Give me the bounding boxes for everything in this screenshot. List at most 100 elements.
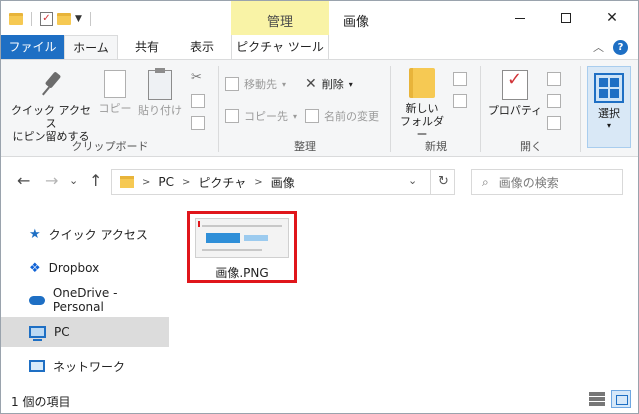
context-tab-header: 管理 [231,1,329,35]
search-box[interactable]: ⌕ 画像の検索 [471,169,623,195]
breadcrumb-images[interactable]: 画像 [271,174,295,191]
paste-button[interactable]: 貼り付け [137,68,183,117]
properties-icon [502,70,528,100]
crumb-separator-icon[interactable]: > [254,177,262,188]
dropbox-icon: ❖ [29,260,41,276]
select-dropdown-icon: ▾ [606,121,611,130]
nav-item-label: Dropbox [48,261,100,275]
refresh-icon[interactable]: ↻ [430,170,456,194]
address-bar[interactable]: > PC > ピクチャ > 画像 ⌄ ↻ [111,169,455,195]
new-item-icon[interactable] [453,72,467,86]
minimize-icon [515,17,525,19]
history-icon[interactable] [547,116,561,130]
nav-item-label: OneDrive - Personal [52,286,118,314]
up-icon[interactable]: ↑ [89,171,102,190]
nav-item-label: PC [54,325,70,339]
recent-locations-icon[interactable]: ⌄ [69,174,78,187]
thumb-line [202,249,262,251]
title-bar: ✓ ▼ 管理 画像 ✕ [1,1,638,35]
star-icon: ★ [29,226,41,242]
move-to-button[interactable]: 移動先 ▾ [225,76,286,92]
new-folder-label-line1: 新しい [405,102,439,115]
help-icon[interactable]: ? [613,40,628,55]
clipboard-group: クイック アクセス にピン留めする コピー 貼り付け ✂ クリップボード [1,60,219,158]
tab-picture-tools[interactable]: ピクチャ ツール [231,35,329,59]
ribbon: クイック アクセス にピン留めする コピー 貼り付け ✂ クリップボード 移動先… [1,59,638,157]
delete-label: 削除 [321,78,344,91]
nav-item-onedrive[interactable]: OneDrive - Personal [19,285,171,315]
copy-to-button[interactable]: コピー先 ▾ [225,108,297,124]
tab-view[interactable]: 表示 [173,35,231,59]
search-icon: ⌕ [482,174,489,189]
pin-icon [37,70,65,100]
address-row: ← → ⌄ ↑ > PC > ピクチャ > 画像 ⌄ ↻ ⌕ 画像の検索 [1,157,638,205]
copy-path-icon[interactable] [191,94,205,108]
delete-icon: ✕ [305,76,317,92]
customize-qat-dropdown-icon[interactable]: ▼ [75,14,82,24]
copy-to-dropdown-icon: ▾ [293,111,298,121]
thumb-bar [206,233,240,243]
folder-icon [9,13,23,25]
maximize-button[interactable] [543,1,589,35]
open-icon[interactable] [547,72,561,86]
pc-icon [29,326,46,341]
crumb-separator-icon[interactable]: > [182,177,190,188]
nav-item-network[interactable]: ネットワーク [19,351,171,381]
clipboard-group-label: クリップボード [71,140,149,153]
nav-item-label: ネットワーク [53,359,126,374]
tab-file[interactable]: ファイル [1,35,64,59]
window-title: 画像 [343,15,370,30]
properties-button[interactable]: プロパティ [487,70,543,117]
collapse-ribbon-icon[interactable]: ︿ [593,39,604,55]
item-count: 1 個の項目 [11,395,71,409]
properties-icon[interactable]: ✓ [40,12,53,26]
select-icon [594,73,624,103]
search-placeholder: 画像の検索 [498,175,559,190]
file-item[interactable]: 画像.PNG [187,211,297,283]
crumb-separator-icon[interactable]: > [142,177,150,188]
back-icon[interactable]: ← [17,171,30,190]
minimize-button[interactable] [497,1,543,35]
new-folder-icon [409,68,435,98]
large-icons-view-icon[interactable] [611,390,631,408]
tab-share[interactable]: 共有 [121,35,173,59]
breadcrumb-pictures[interactable]: ピクチャ [198,174,246,191]
details-view-icon[interactable] [589,392,605,406]
move-to-dropdown-icon: ▾ [282,79,287,89]
rename-button[interactable]: 名前の変更 [305,108,379,124]
navigation-pane: ★ クイック アクセス ❖ Dropbox OneDrive - Persona… [1,205,173,387]
tab-home[interactable]: ホーム [64,35,118,59]
paste-label: 貼り付け [138,104,182,117]
new-folder-icon[interactable] [57,13,71,25]
pin-quick-access-button[interactable]: クイック アクセス にピン留めする [9,70,93,143]
status-bar: 1 個の項目 [1,387,638,413]
open-group-label: 開く [520,140,542,153]
paste-shortcut-icon[interactable] [191,116,205,130]
cloud-icon [29,295,45,305]
thumb-line [202,225,282,227]
edit-icon[interactable] [547,94,561,108]
rename-icon [305,109,319,123]
forward-icon[interactable]: → [45,171,58,190]
explorer-window: ✓ ▼ 管理 画像 ✕ ファイル ホーム 共有 表示 ピクチャ ツール ︿ ? … [0,0,639,414]
select-button[interactable]: 選択 ▾ [587,66,631,148]
address-dropdown-icon[interactable]: ⌄ [408,174,417,187]
paste-icon [148,68,172,100]
breadcrumb-pc[interactable]: PC [158,175,174,189]
nav-item-pc[interactable]: PC [1,317,169,347]
file-thumbnail [195,218,289,258]
move-to-icon [225,77,239,91]
nav-item-label: クイック アクセス [48,227,148,242]
close-icon: ✕ [606,10,618,26]
close-button[interactable]: ✕ [589,1,635,35]
copy-to-label: コピー先 [244,110,288,123]
copy-to-icon [225,109,239,123]
nav-item-dropbox[interactable]: ❖ Dropbox [19,253,171,283]
copy-button[interactable]: コピー [97,70,133,115]
new-folder-button[interactable]: 新しい フォルダー [397,68,447,141]
delete-button[interactable]: ✕ 削除 ▾ [305,76,353,92]
easy-access-icon[interactable] [453,94,467,108]
cut-icon[interactable]: ✂ [191,70,202,85]
nav-item-quick-access[interactable]: ★ クイック アクセス [19,219,171,249]
pin-label-line1: クイック アクセス [11,104,91,130]
